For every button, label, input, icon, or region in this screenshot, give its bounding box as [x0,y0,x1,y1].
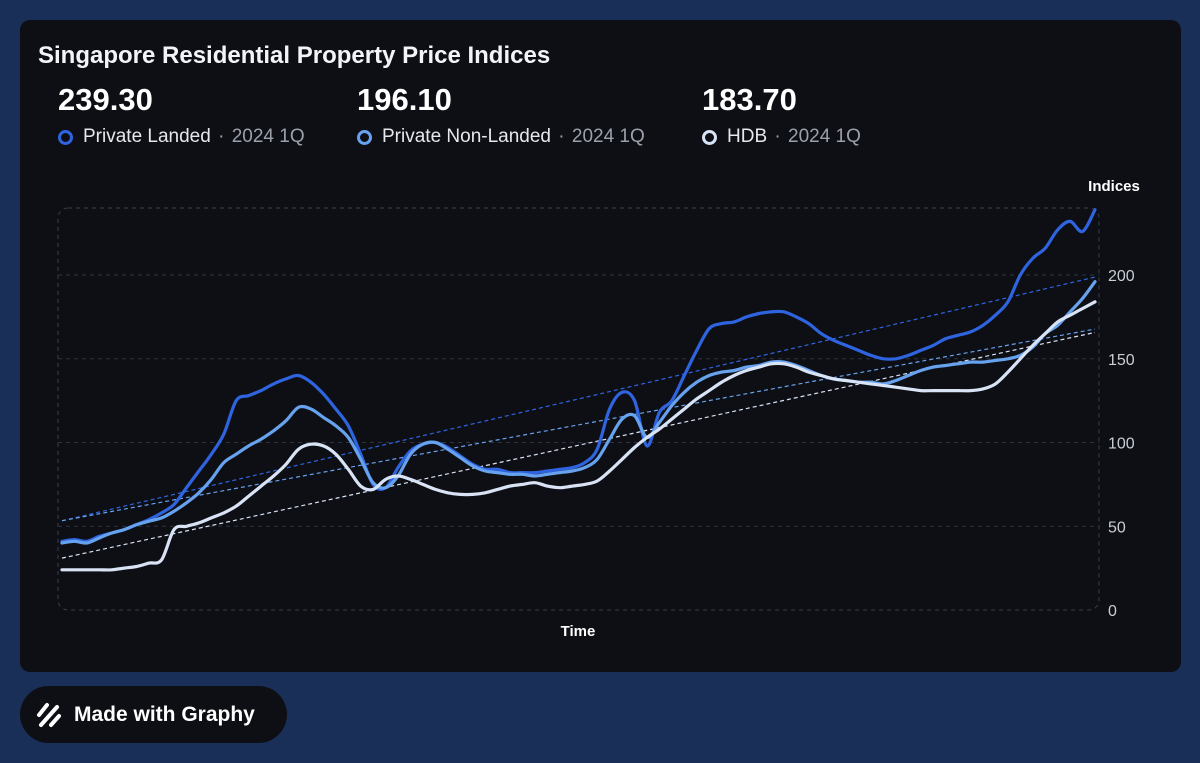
y-tick-label: 0 [1108,603,1117,620]
graphy-logo-icon [37,703,61,727]
y-axis-label: Indices [1088,178,1140,195]
x-axis-label: Time [561,623,596,640]
series-line-1[interactable] [60,280,1097,545]
badge-label: Made with Graphy [74,703,255,726]
made-with-graphy-badge[interactable]: Made with Graphy [20,686,287,743]
line-chart: 0 50 100 150 200 Indices Time [57,178,1140,640]
plot-frame [57,207,1100,611]
y-tick-label: 50 [1108,519,1126,536]
trendline-1 [61,328,1096,522]
y-axis-ticks: 0 50 100 150 200 [1108,268,1135,620]
y-tick-label: 100 [1108,436,1135,453]
y-tick-label: 200 [1108,268,1135,285]
y-tick-label: 150 [1108,352,1135,369]
series-lines [60,208,1097,572]
